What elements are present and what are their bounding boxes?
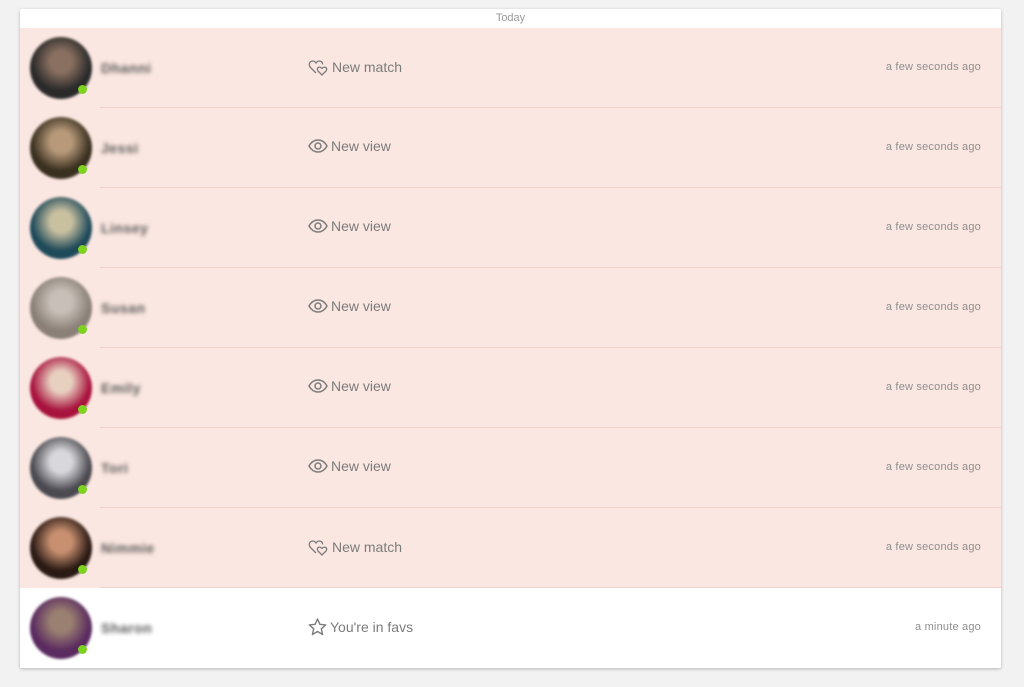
timestamp: a few seconds ago <box>885 141 981 153</box>
notification-row[interactable]: Jessi New view a few seconds ago <box>20 108 1001 188</box>
online-indicator <box>78 405 87 414</box>
event-text: New view <box>331 138 391 154</box>
event-label: New view <box>308 138 391 154</box>
user-name[interactable]: Dhanni <box>101 60 151 76</box>
timestamp: a few seconds ago <box>885 541 981 553</box>
eye-icon <box>308 299 328 313</box>
hearts-icon <box>308 58 329 76</box>
user-name[interactable]: Sharon <box>101 620 152 636</box>
event-text: You're in favs <box>330 619 414 635</box>
notification-row[interactable]: Susan New view a few seconds ago <box>20 268 1001 348</box>
eye-icon <box>308 139 328 153</box>
notification-row[interactable]: Linsey New view a few seconds ago <box>20 188 1001 268</box>
event-text: New match <box>332 539 403 555</box>
timestamp: a minute ago <box>915 621 981 633</box>
timestamp: a few seconds ago <box>885 381 981 393</box>
user-name[interactable]: Tori <box>101 460 128 476</box>
online-indicator <box>78 565 87 574</box>
notification-row[interactable]: Tori New view a few seconds ago <box>20 428 1001 508</box>
notification-row[interactable]: Sharon You're in favs a minute ago <box>20 588 1001 668</box>
event-label: New view <box>308 458 391 474</box>
eye-icon <box>308 379 328 393</box>
user-name[interactable]: Susan <box>101 300 146 316</box>
day-header: Today <box>20 9 1001 28</box>
eye-icon <box>308 219 328 233</box>
user-name[interactable]: Jessi <box>101 140 139 156</box>
hearts-icon <box>308 538 329 556</box>
event-label: You're in favs <box>308 618 413 636</box>
event-text: New view <box>331 218 391 234</box>
user-name[interactable]: Linsey <box>101 220 148 236</box>
notifications-card: Today Dhanni New match a few seconds ago… <box>20 9 1001 668</box>
online-indicator <box>78 165 87 174</box>
online-indicator <box>78 325 87 334</box>
event-text: New match <box>332 59 403 75</box>
event-label: New view <box>308 218 391 234</box>
timestamp: a few seconds ago <box>885 61 981 73</box>
event-label: New match <box>308 58 402 76</box>
event-text: New view <box>331 298 391 314</box>
star-icon <box>308 618 327 636</box>
user-name[interactable]: Emily <box>101 380 141 396</box>
event-label: New match <box>308 538 402 556</box>
online-indicator <box>78 85 87 94</box>
timestamp: a few seconds ago <box>885 301 981 313</box>
user-name[interactable]: Nimmie <box>101 540 155 556</box>
notification-row[interactable]: Emily New view a few seconds ago <box>20 348 1001 428</box>
event-text: New view <box>331 378 391 394</box>
event-label: New view <box>308 378 391 394</box>
online-indicator <box>78 645 87 654</box>
timestamp: a few seconds ago <box>885 461 981 473</box>
eye-icon <box>308 459 328 473</box>
online-indicator <box>78 245 87 254</box>
event-label: New view <box>308 298 391 314</box>
event-text: New view <box>331 458 391 474</box>
timestamp: a few seconds ago <box>885 221 981 233</box>
notification-list: Dhanni New match a few seconds ago Jessi… <box>20 28 1001 668</box>
notification-row[interactable]: Dhanni New match a few seconds ago <box>20 28 1001 108</box>
notification-row[interactable]: Nimmie New match a few seconds ago <box>20 508 1001 588</box>
online-indicator <box>78 485 87 494</box>
